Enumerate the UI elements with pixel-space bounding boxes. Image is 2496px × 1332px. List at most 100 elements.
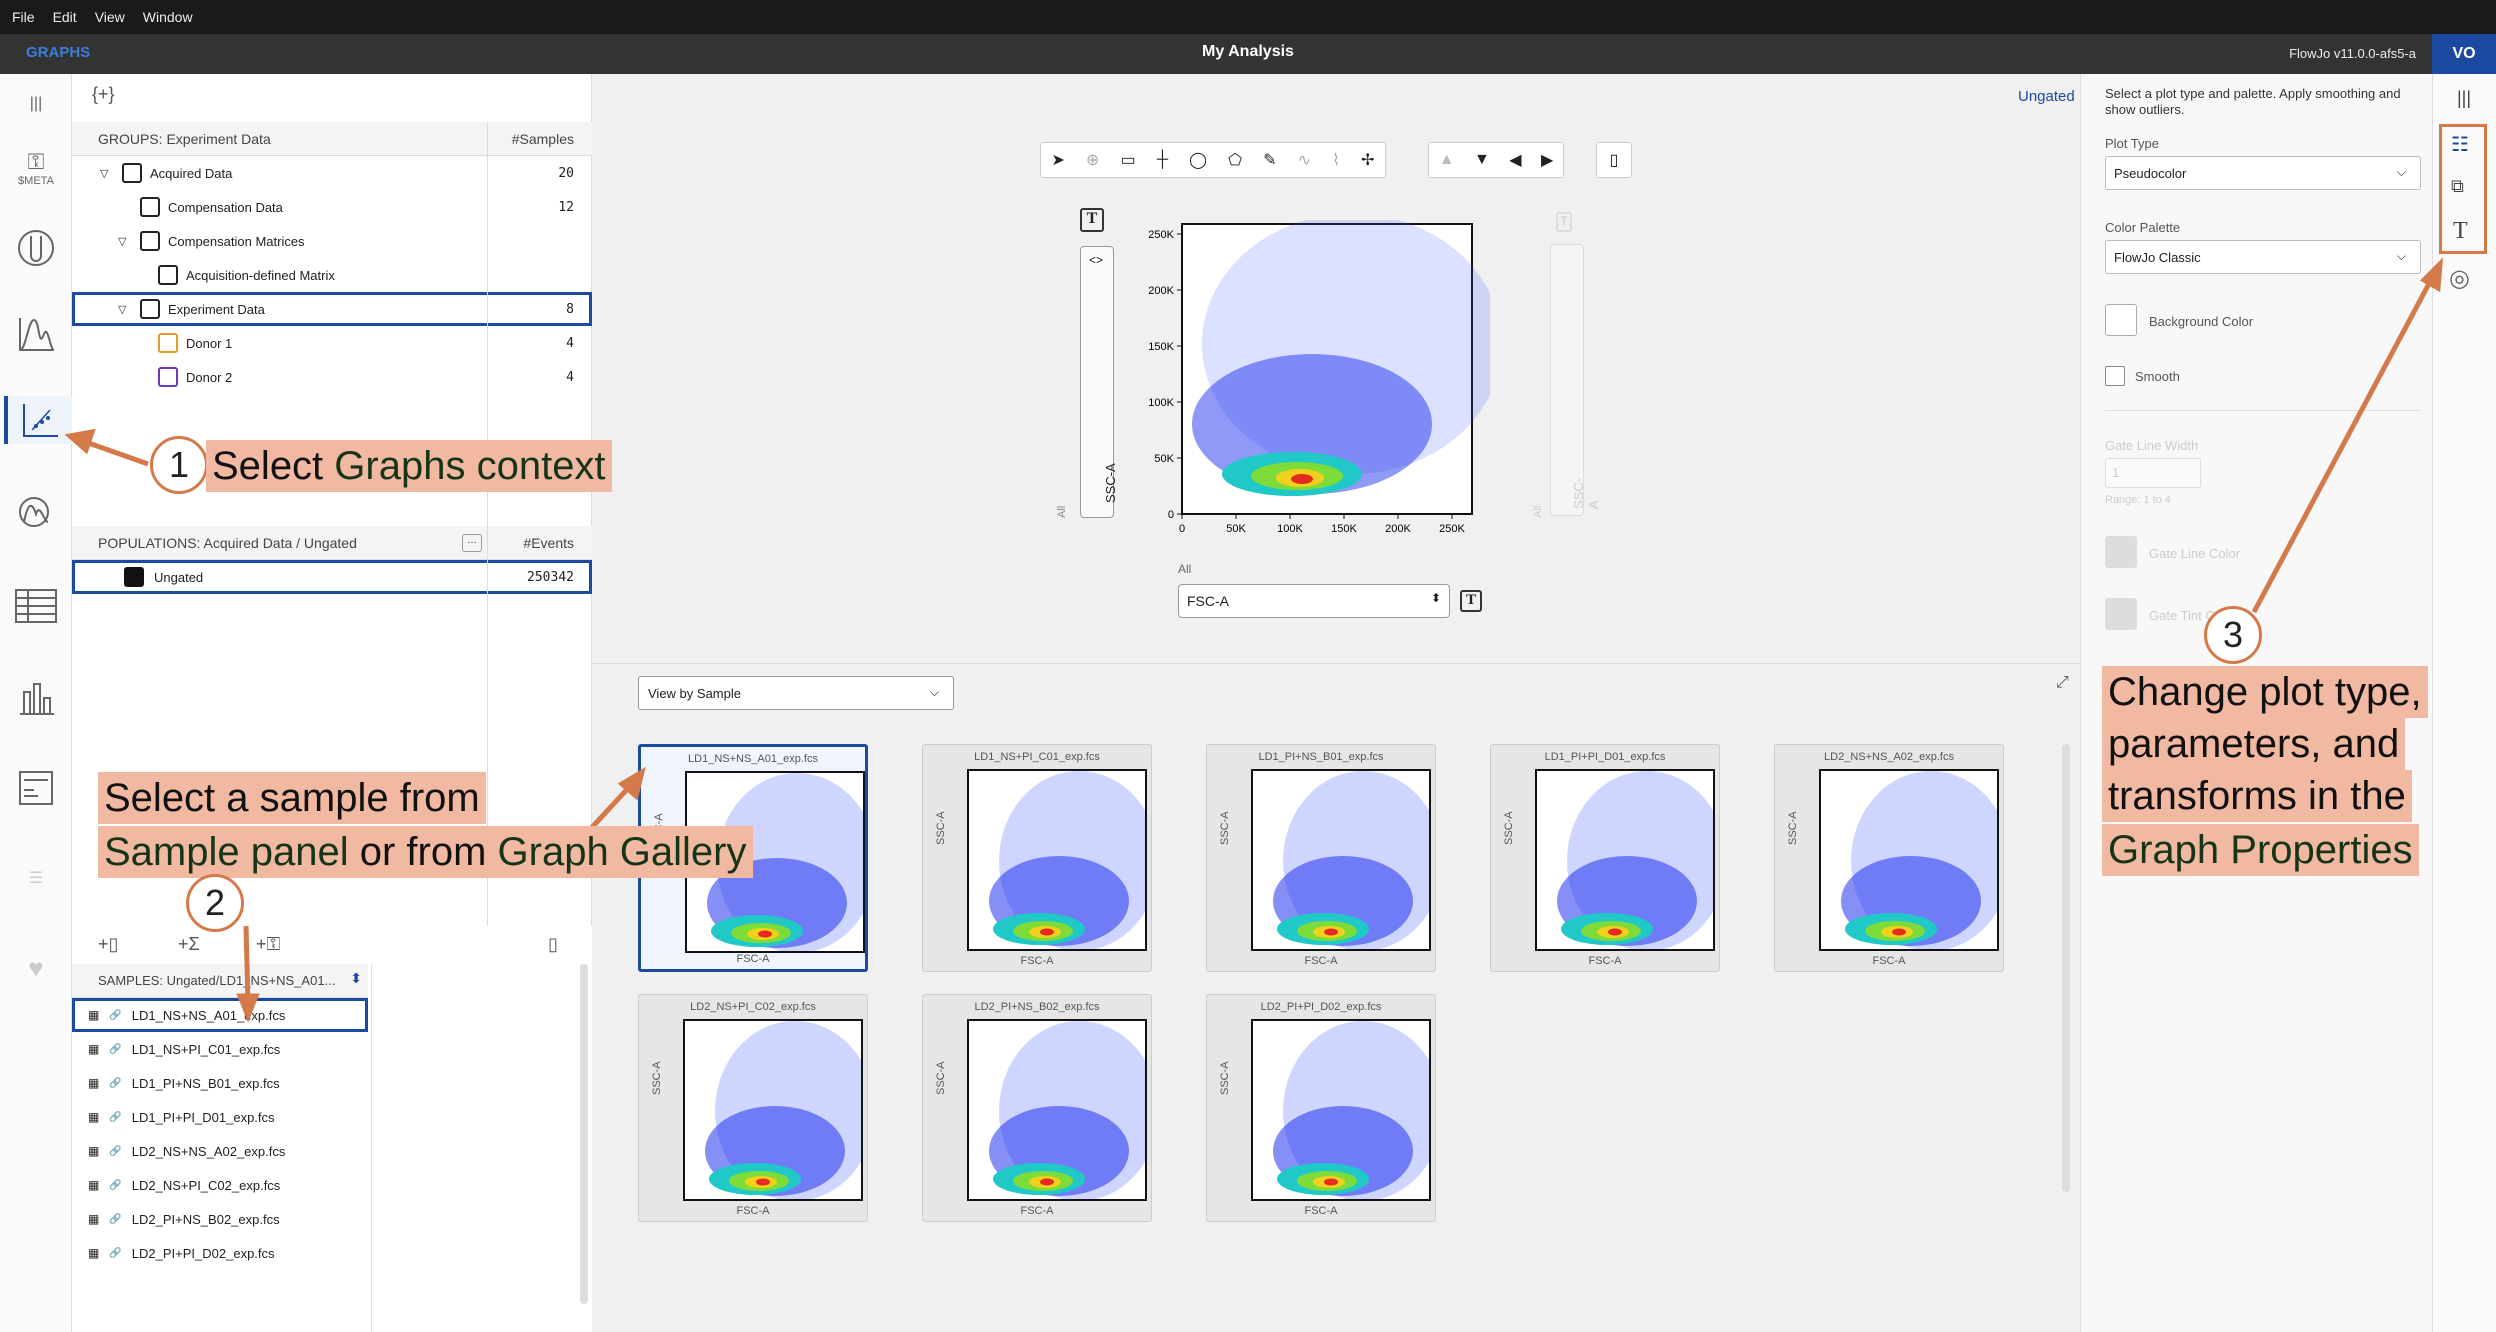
plot-type-select[interactable]: Pseudocolor ⌵ — [2105, 156, 2421, 190]
add-keyword-icon[interactable]: +⚿ — [256, 934, 280, 955]
menu-view[interactable]: View — [95, 9, 125, 25]
sort-icon[interactable]: ⬍ — [350, 970, 362, 987]
table-context-icon[interactable] — [12, 582, 60, 630]
heart-icon[interactable]: ♥ — [12, 944, 60, 992]
x-param-selector[interactable]: FSC-A ⬍ — [1178, 584, 1450, 618]
menu-window[interactable]: Window — [143, 9, 193, 25]
curly-quad-icon[interactable]: ⌇ — [1332, 150, 1340, 170]
sample-row[interactable]: ▦ 🔗 LD2_PI+PI_D02_exp.fcs — [72, 1236, 368, 1270]
left-arrow-icon[interactable]: ◀ — [1509, 150, 1521, 170]
color-palette-select[interactable]: FlowJo Classic ⌵ — [2105, 240, 2421, 274]
right-arrow-icon[interactable]: ▶ — [1541, 150, 1553, 170]
population-options-icon[interactable]: … — [462, 534, 482, 552]
population-row-ungated[interactable]: Ungated 250342 — [72, 560, 592, 594]
y-param-selector[interactable]: <> SSC-A — [1080, 246, 1118, 518]
x-tick-label: 150K — [1331, 523, 1357, 535]
meta-key-icon[interactable]: ⚿ $META — [12, 144, 60, 192]
group-row[interactable]: Donor 2 4 — [72, 360, 592, 394]
menu-edit[interactable]: Edit — [53, 9, 77, 25]
sample-tube-icon[interactable] — [12, 224, 60, 272]
x-tick-label: 200K — [1385, 523, 1411, 535]
quadrant-gate-icon[interactable]: ┼ — [1157, 151, 1168, 169]
sample-row[interactable]: ▦ 🔗 LD1_NS+PI_C01_exp.fcs — [72, 1032, 368, 1066]
add-group-icon[interactable]: {+} — [92, 84, 115, 105]
group-row[interactable]: ▽ Acquired Data 20 — [72, 156, 592, 190]
gallery-thumbnail[interactable]: LD1_PI+PI_D01_exp.fcs SSC-A FSC-A — [1490, 744, 1720, 972]
annotation-2-mid: or from — [348, 830, 498, 874]
axis-params-icon[interactable]: ⧉ — [2451, 176, 2464, 197]
columns-icon[interactable]: ||| — [2457, 88, 2471, 109]
population-context-icon[interactable] — [12, 488, 60, 536]
rectangle-gate-icon[interactable]: ▭ — [1121, 150, 1136, 170]
gallery-thumbnail[interactable]: LD1_PI+NS_B01_exp.fcs SSC-A FSC-A — [1206, 744, 1436, 972]
gallery-thumbnail[interactable]: LD1_NS+PI_C01_exp.fcs SSC-A FSC-A — [922, 744, 1152, 972]
graphs-context-icon[interactable] — [4, 396, 72, 444]
gallery-thumbnail[interactable]: LD2_PI+PI_D02_exp.fcs SSC-A FSC-A — [1206, 994, 1436, 1222]
y-tick-label: 150K — [1148, 341, 1174, 353]
expand-icon[interactable]: ⤢ — [2056, 674, 2069, 692]
down-arrow-icon[interactable]: ▼ — [1474, 151, 1490, 169]
color-param-selector[interactable]: SSC-A — [1550, 244, 1601, 516]
group-icon — [158, 265, 178, 285]
thumbnail-plot — [1251, 769, 1431, 951]
sample-grid-icon: ▦ — [88, 1144, 100, 1158]
y-tick-label: 100K — [1148, 397, 1174, 409]
sample-grid-icon: ▦ — [88, 1008, 100, 1022]
add-statistic-icon[interactable]: +Σ — [178, 934, 200, 955]
histogram-context-icon[interactable] — [12, 310, 60, 358]
menu-file[interactable]: File — [12, 9, 35, 25]
list-context-icon[interactable]: ☰ — [12, 854, 60, 902]
gate-line-width-input[interactable]: 1 — [2105, 458, 2201, 488]
text-annotation-icon[interactable]: T — [2453, 218, 2468, 245]
expand-toggle-icon[interactable]: ▽ — [118, 235, 132, 248]
background-color-swatch[interactable] — [2105, 304, 2137, 336]
settings-sliders-icon[interactable]: ☷ — [2451, 132, 2469, 157]
gallery-view-select[interactable]: View by Sample ⌵ — [638, 676, 954, 710]
overlay-icon[interactable]: ◎ — [2449, 264, 2470, 293]
expand-toggle-icon[interactable]: ▽ — [118, 303, 132, 316]
samples-scrollbar[interactable] — [580, 964, 588, 1304]
sample-row[interactable]: ▦ 🔗 LD2_NS+NS_A02_exp.fcs — [72, 1134, 368, 1168]
x-text-button[interactable]: T — [1460, 590, 1482, 612]
up-arrow-icon[interactable]: ▲ — [1439, 151, 1455, 169]
sample-row[interactable]: ▦ 🔗 LD2_NS+PI_C02_exp.fcs — [72, 1168, 368, 1202]
main-scatter-plot[interactable]: 250K 200K 150K 100K 50K 00 50K 100K 150K 200K 250K — [1130, 220, 1490, 540]
layout-context-icon[interactable] — [12, 764, 60, 812]
link-icon: 🔗 — [109, 1077, 122, 1089]
gate-tint-swatch[interactable] — [2105, 598, 2137, 630]
pointer-tool-icon[interactable]: ➤ — [1052, 150, 1065, 170]
polygon-gate-icon[interactable]: ⬠ — [1228, 150, 1242, 170]
bar-chart-context-icon[interactable] — [12, 674, 60, 722]
web-gate-icon[interactable]: ✢ — [1361, 150, 1374, 170]
y-text-button[interactable]: T — [1080, 208, 1104, 232]
group-row[interactable]: ▽ Compensation Matrices — [72, 224, 592, 258]
group-row[interactable]: Donor 1 4 — [72, 326, 592, 360]
palette-value: FlowJo Classic — [2114, 249, 2201, 265]
gallery-thumbnail[interactable]: LD2_NS+NS_A02_exp.fcs SSC-A FSC-A — [1774, 744, 2004, 972]
group-row[interactable]: Compensation Data 12 — [72, 190, 592, 224]
tube-button[interactable]: ▯ — [1596, 142, 1632, 178]
faded-text-icon: T — [1556, 212, 1572, 232]
gate-line-color-swatch[interactable] — [2105, 536, 2137, 568]
sample-row[interactable]: ▦ 🔗 LD1_PI+NS_B01_exp.fcs — [72, 1066, 368, 1100]
group-row[interactable]: ▽ Experiment Data 8 — [72, 292, 592, 326]
quad-gate-tool-icon[interactable]: ⊕ — [1086, 150, 1099, 170]
gallery-thumbnail[interactable]: LD2_PI+NS_B02_exp.fcs SSC-A FSC-A — [922, 994, 1152, 1222]
gallery-thumbnail[interactable]: LD2_NS+PI_C02_exp.fcs SSC-A FSC-A — [638, 994, 868, 1222]
gallery-scrollbar[interactable] — [2062, 744, 2070, 1192]
freehand-gate-icon[interactable]: ✎ — [1263, 150, 1276, 170]
smooth-checkbox[interactable] — [2105, 366, 2125, 386]
tube-icon[interactable]: ▯ — [548, 934, 558, 955]
add-sample-icon[interactable]: +▯ — [98, 934, 118, 955]
thumbnail-plot — [1535, 769, 1715, 951]
sample-row[interactable]: ▦ 🔗 LD1_PI+PI_D01_exp.fcs — [72, 1100, 368, 1134]
expand-toggle-icon[interactable]: ▽ — [100, 167, 114, 180]
avatar[interactable]: VO — [2432, 34, 2496, 74]
group-row[interactable]: Acquisition-defined Matrix — [72, 258, 592, 292]
menu-columns-icon[interactable]: ||| — [12, 80, 60, 128]
sample-row[interactable]: ▦ 🔗 LD1_NS+NS_A01_exp.fcs — [72, 998, 368, 1032]
sample-row[interactable]: ▦ 🔗 LD2_PI+NS_B02_exp.fcs — [72, 1202, 368, 1236]
spline-gate-icon[interactable]: ∿ — [1298, 150, 1311, 170]
ellipse-gate-icon[interactable]: ◯ — [1189, 150, 1207, 170]
current-population-label[interactable]: Ungated — [2018, 88, 2075, 105]
